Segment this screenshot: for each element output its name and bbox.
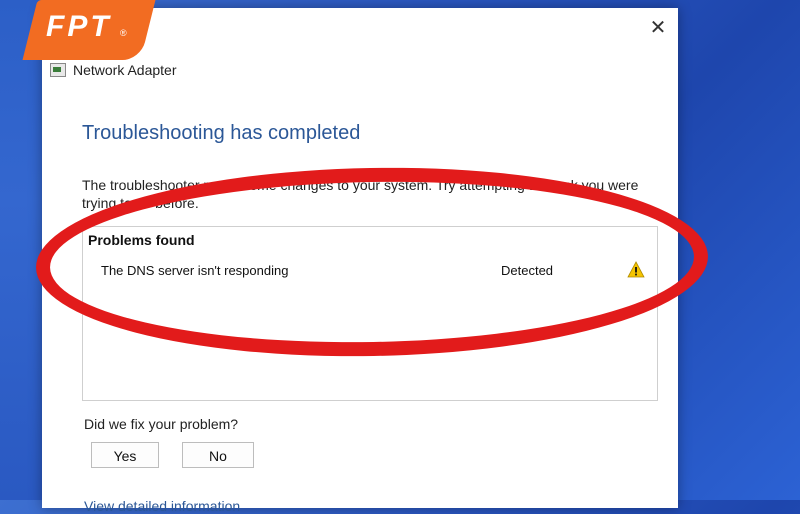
network-adapter-icon — [50, 63, 66, 77]
window-title: Network Adapter — [73, 62, 177, 78]
close-button[interactable]: ✕ — [646, 16, 670, 40]
yes-button[interactable]: Yes — [91, 442, 159, 468]
desktop-wallpaper — [0, 0, 42, 500]
close-icon: ✕ — [649, 17, 667, 39]
view-details-link[interactable]: View detailed information — [84, 498, 240, 514]
page-heading: Troubleshooting has completed — [82, 122, 361, 144]
problem-status: Detected — [501, 263, 554, 278]
fix-question: Did we fix your problem? — [84, 416, 239, 432]
fpt-logo-registered-mark: ® — [120, 28, 127, 38]
description-text: The troubleshooter made some changes to … — [82, 177, 639, 211]
troubleshooter-dialog: ✕ Network Adapter Troubleshooting has co… — [42, 8, 678, 514]
fpt-logo-text: FPT — [46, 10, 112, 43]
problems-found-title: Problems found — [88, 232, 195, 248]
warning-icon — [627, 261, 645, 278]
window-title-row: Network Adapter — [50, 62, 177, 78]
problem-name: The DNS server isn't responding — [101, 263, 289, 278]
problem-row[interactable]: The DNS server isn't responding Detected — [101, 261, 646, 283]
no-button[interactable]: No — [182, 442, 254, 468]
problems-found-panel: Problems found The DNS server isn't resp… — [82, 226, 658, 401]
